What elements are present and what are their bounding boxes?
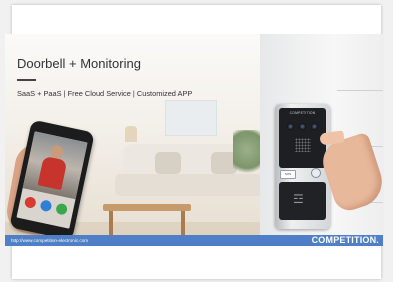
room-window (165, 100, 217, 136)
coffee-table (103, 204, 191, 211)
doorbell-button-icon (311, 168, 321, 178)
slide-title: Doorbell + Monitoring (17, 56, 141, 71)
slide-subtitle: SaaS + PaaS | Free Cloud Service | Custo… (17, 89, 193, 98)
speaker-grille (295, 138, 311, 152)
door-intercom-unit: COMPETITION SOS ☲ (275, 104, 330, 229)
wall-panel-line (337, 90, 383, 91)
answer-icon (55, 202, 69, 216)
room-lamp (125, 126, 137, 142)
house-plant (233, 130, 261, 180)
sos-label: SOS (284, 172, 292, 176)
intercom-brand-text: COMPETITION (289, 111, 316, 115)
product-slide: Doorbell + Monitoring SaaS + PaaS | Free… (5, 34, 383, 246)
table-leg (109, 211, 113, 235)
footer-url: http://www.competition-electronic.com (11, 238, 89, 243)
unlock-icon (39, 199, 53, 213)
rfid-card-icon: ☲ (293, 192, 304, 206)
camera-lens-icon (287, 123, 294, 130)
rfid-reader: ☲ (279, 182, 326, 220)
slide-footer-bar: http://www.competition-electronic.com CO… (5, 235, 383, 246)
footer-brand-logo: COMPETITION. (311, 235, 379, 245)
title-underline (17, 79, 36, 81)
sofa-pillow (155, 152, 181, 174)
camera-lens-icon (311, 123, 318, 130)
intercom-brand: COMPETITION (279, 110, 326, 116)
camera-lens-icon (299, 123, 306, 130)
visitor-body (37, 155, 68, 191)
intercom-sos-button: SOS (280, 170, 296, 179)
doorbell-camera-view (22, 131, 88, 200)
table-leg (181, 211, 185, 235)
hangup-icon (23, 195, 37, 210)
phone-screen (16, 131, 88, 229)
